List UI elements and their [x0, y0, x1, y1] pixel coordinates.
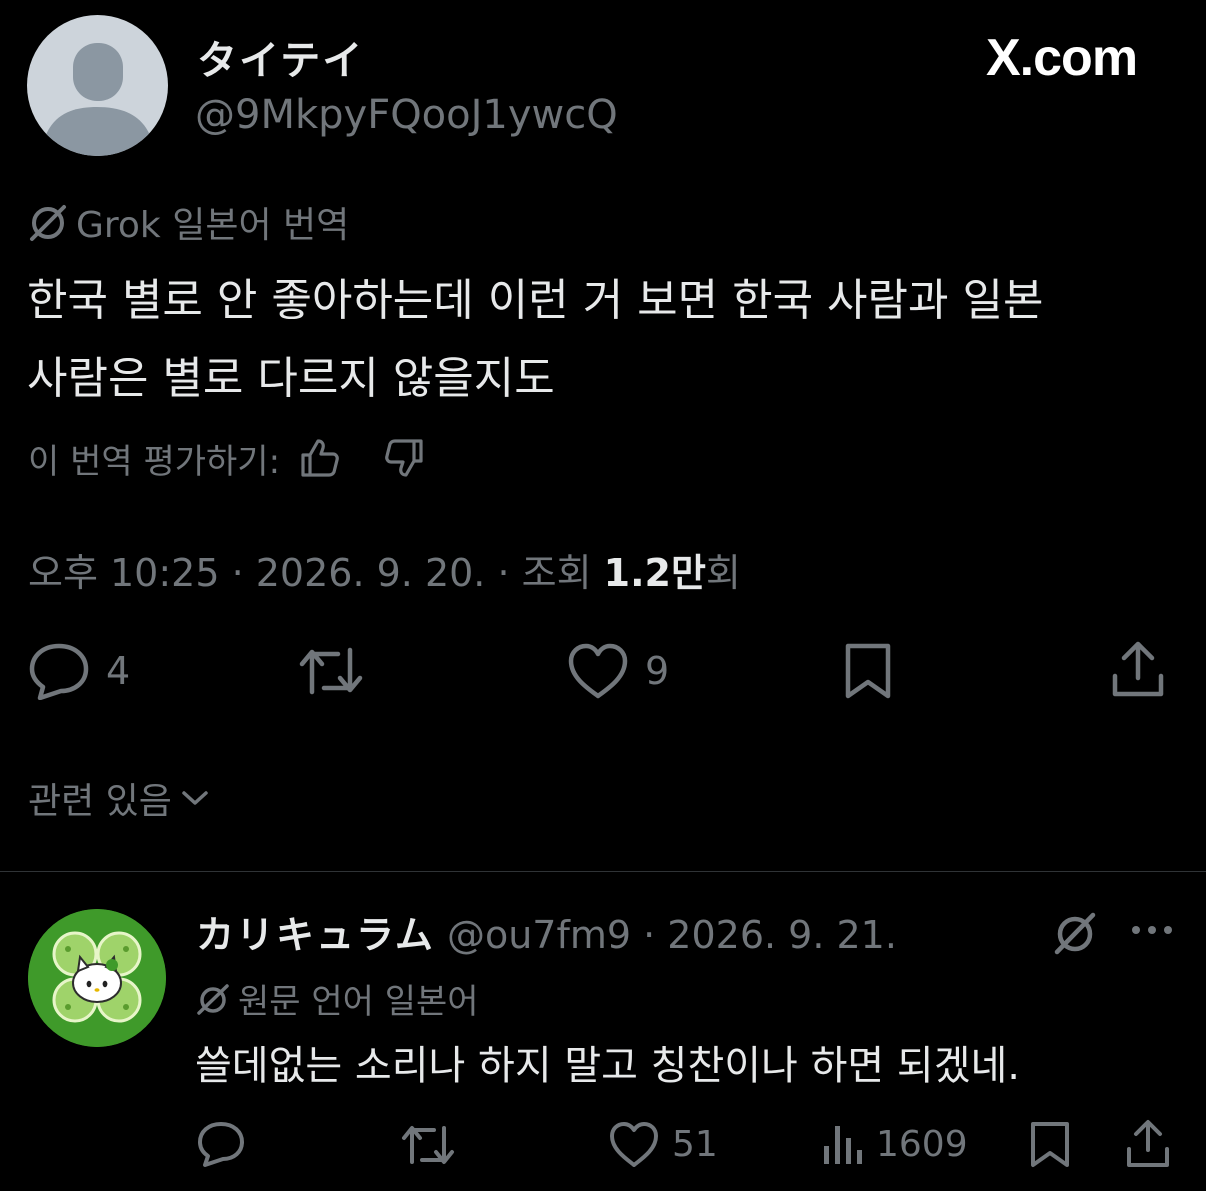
share-action[interactable] [1110, 640, 1166, 700]
reply-header: カリキュラム @ou7fm9 · 2026. 9. 21. [196, 904, 897, 959]
grok-button[interactable] [1052, 910, 1098, 960]
reply-lang-text: 원문 언어 일본어 [238, 982, 479, 1022]
reply-author-name[interactable]: カリキュラム [196, 913, 435, 957]
tweet-body: 한국 별로 안 좋아하는데 이런 거 보면 한국 사람과 일본 사람은 별로 다… [27, 262, 1187, 418]
author-avatar[interactable] [27, 15, 168, 156]
reply-reply-action[interactable] [196, 1120, 246, 1168]
reply-view-count: 1609 [876, 1123, 968, 1165]
reply-action[interactable]: 4 [28, 642, 130, 700]
repost-icon [402, 1126, 454, 1164]
bookmark-icon [845, 643, 891, 699]
reply-handle-date[interactable]: @ou7fm9 · 2026. 9. 21. [447, 913, 897, 957]
thumbs-up-button[interactable] [294, 432, 346, 484]
heart-icon [568, 643, 628, 699]
related-label: 관련 있음 [28, 781, 172, 822]
reply-original-language: 원문 언어 일본어 [196, 974, 479, 1023]
section-divider [0, 871, 1206, 872]
character-avatar-icon [28, 909, 166, 1047]
grok-icon [30, 205, 66, 241]
more-options-button[interactable] [1128, 918, 1176, 946]
x-brand-watermark: X.com [986, 29, 1138, 87]
view-count-suffix: 회 [705, 551, 741, 595]
bookmark-action[interactable] [842, 642, 894, 700]
rate-translation-row: 이 번역 평가하기: [28, 432, 430, 484]
reply-views-action[interactable]: 1609 [820, 1120, 968, 1168]
like-count: 9 [645, 649, 670, 693]
reply-count: 4 [106, 649, 131, 693]
reply-like-count: 51 [672, 1123, 718, 1165]
related-toggle[interactable]: 관련 있음 [28, 772, 210, 824]
reply-icon [198, 1122, 244, 1167]
share-icon [1127, 1120, 1169, 1167]
chevron-down-icon [182, 791, 208, 805]
tweet-timestamp[interactable]: 오후 10:25 · 2026. 9. 20. · 조회 [28, 551, 604, 595]
grok-icon [1054, 912, 1096, 955]
reply-repost-action[interactable] [400, 1122, 456, 1168]
more-dots-icon [1132, 926, 1172, 934]
like-action[interactable]: 9 [567, 642, 669, 700]
heart-icon [610, 1122, 658, 1167]
tweet-text-line-1: 한국 별로 안 좋아하는데 이런 거 보면 한국 사람과 일본 [27, 275, 1044, 326]
tweet-meta: 오후 10:25 · 2026. 9. 20. · 조회 1.2만회 [28, 542, 741, 597]
rate-translation-label: 이 번역 평가하기: [28, 441, 281, 482]
repost-icon [299, 647, 363, 695]
grok-icon [197, 983, 229, 1015]
reply-bookmark-action[interactable] [1028, 1120, 1072, 1168]
repost-action[interactable] [298, 644, 364, 698]
view-count: 1.2만 [603, 551, 706, 595]
tweet-text-line-2: 사람은 별로 다르지 않을지도 [27, 353, 555, 404]
grok-translation-label: Grok 일본어 번역 [28, 196, 349, 248]
thumbs-up-icon [301, 439, 339, 477]
analytics-bars-icon [824, 1126, 862, 1164]
reply-author-avatar[interactable] [28, 909, 166, 1047]
bookmark-icon [1031, 1122, 1069, 1167]
reply-like-action[interactable]: 51 [608, 1120, 718, 1168]
thumbs-down-button[interactable] [378, 432, 430, 484]
translation-label-text: Grok 일본어 번역 [76, 205, 350, 246]
reply-body: 쓸데없는 소리나 하지 말고 칭찬이나 하면 되겠네. [195, 1043, 1021, 1089]
thumbs-down-icon [385, 439, 423, 477]
reply-icon [29, 643, 89, 700]
author-handle[interactable]: @9MkpyFQooJ1ywcQ [195, 92, 618, 138]
reply-share-action[interactable] [1124, 1118, 1172, 1170]
default-avatar-icon [41, 43, 155, 156]
author-display-name[interactable]: タイテイ [197, 28, 364, 86]
share-icon [1112, 641, 1164, 697]
